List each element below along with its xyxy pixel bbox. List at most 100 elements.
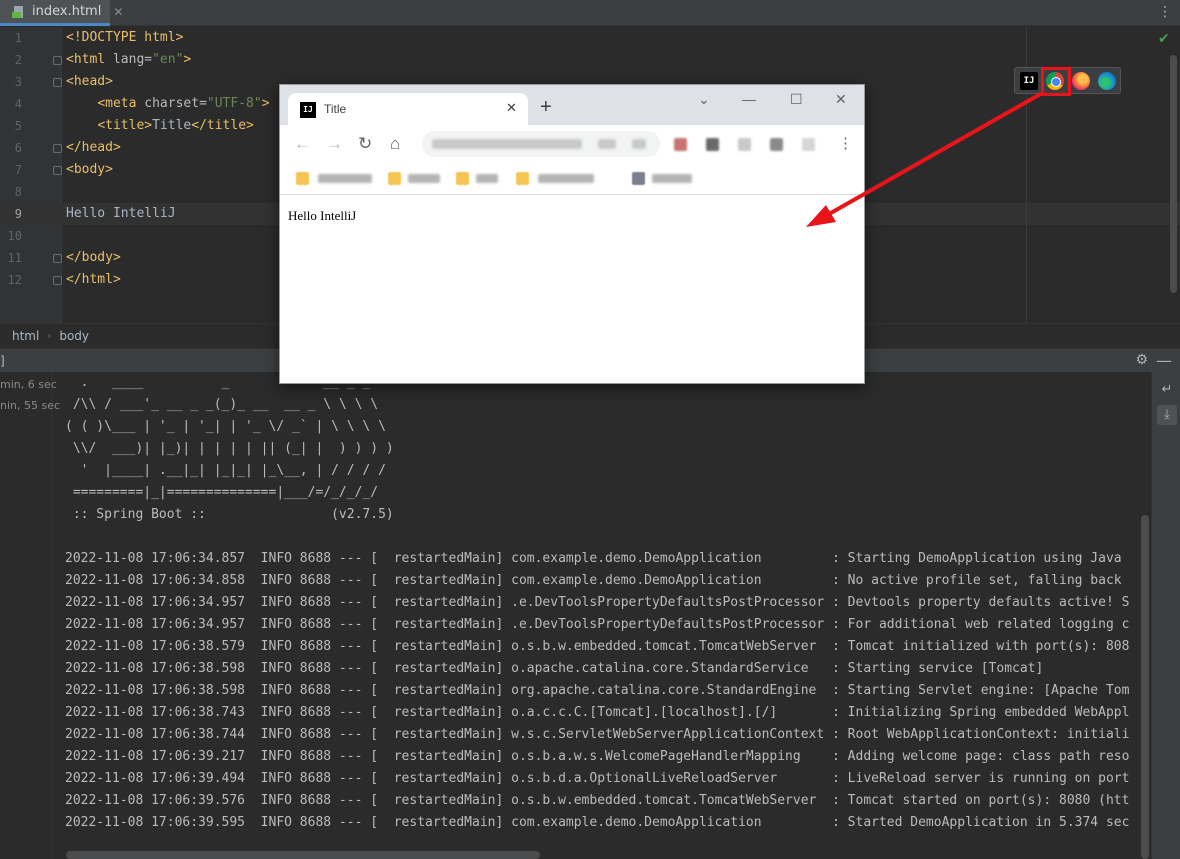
- code-line[interactable]: 1 <!DOCTYPE html>: [0, 27, 1180, 49]
- blurred-url: [432, 139, 582, 149]
- extension-icon[interactable]: [770, 138, 783, 151]
- firefox-icon[interactable]: [1072, 72, 1090, 90]
- console-log-line: 2022-11-08 17:06:38.744 INFO 8688 --- [ …: [65, 727, 1130, 742]
- back-icon[interactable]: ←: [294, 134, 311, 154]
- bookmarks-bar: [280, 163, 864, 195]
- inspection-ok-icon[interactable]: ✔: [1158, 31, 1170, 47]
- tab-index-html[interactable]: index.html ✕: [0, 0, 123, 26]
- run-history-list: min, 6 sec nin, 55 sec: [0, 372, 60, 859]
- blurred-bookmark-label[interactable]: [408, 174, 440, 183]
- code-token: <body>: [66, 162, 113, 177]
- fold-marker-icon[interactable]: [53, 56, 62, 65]
- code-token: lang=: [112, 52, 153, 67]
- scroll-to-end-icon[interactable]: ⤓: [1157, 405, 1177, 425]
- console-log-line: 2022-11-08 17:06:38.598 INFO 8688 --- [ …: [65, 661, 1044, 676]
- extension-icon[interactable]: [706, 138, 719, 151]
- chevron-down-icon[interactable]: ⌄: [698, 91, 710, 108]
- forward-icon[interactable]: →: [326, 134, 343, 154]
- console-banner-line: :: Spring Boot :: (v2.7.5): [65, 507, 394, 522]
- code-token: </html>: [66, 272, 121, 287]
- line-number: 3: [14, 75, 22, 89]
- new-tab-button[interactable]: +: [540, 97, 552, 117]
- run-tab-edge[interactable]: ]: [0, 354, 5, 368]
- code-line[interactable]: 2 <html lang="en">: [0, 49, 1180, 71]
- console-log-line: 2022-11-08 17:06:34.858 INFO 8688 --- [ …: [65, 573, 1122, 588]
- console-toolbar: ↵ ⤓: [1151, 372, 1180, 859]
- code-text: </head>: [66, 137, 121, 159]
- extension-icon[interactable]: [674, 138, 687, 151]
- console-output[interactable]: . ____ _ __ _ _ /\\ / ___'_ __ _ _(_)_ _…: [52, 372, 1151, 859]
- fold-marker-icon[interactable]: [53, 276, 62, 285]
- intellij-icon[interactable]: IJ: [1020, 72, 1038, 90]
- console-vertical-scrollbar[interactable]: [1141, 515, 1149, 859]
- close-icon[interactable]: ✕: [113, 5, 123, 19]
- code-text: <title>Title</title>: [66, 115, 254, 137]
- console-horizontal-scrollbar[interactable]: [66, 851, 540, 859]
- line-number: 12: [7, 273, 22, 287]
- bookmark-icon[interactable]: [632, 172, 645, 185]
- fold-marker-icon[interactable]: [53, 254, 62, 263]
- close-tab-icon[interactable]: ✕: [506, 100, 517, 116]
- console-log-line: 2022-11-08 17:06:39.576 INFO 8688 --- [ …: [65, 793, 1130, 808]
- extension-icon[interactable]: [802, 138, 815, 151]
- fold-marker-icon[interactable]: [53, 78, 62, 87]
- blurred-url-part: [632, 139, 646, 149]
- editor-scrollbar[interactable]: [1170, 55, 1177, 293]
- code-token: </head>: [66, 140, 121, 155]
- line-number: 2: [14, 53, 22, 67]
- console-log-line: 2022-11-08 17:06:38.579 INFO 8688 --- [ …: [65, 639, 1130, 654]
- fold-marker-icon[interactable]: [53, 144, 62, 153]
- minimize-window-icon[interactable]: —: [742, 91, 756, 107]
- code-token: Hello IntelliJ: [66, 206, 176, 221]
- run-history-item[interactable]: min, 6 sec: [0, 378, 57, 391]
- bookmark-folder-icon[interactable]: [388, 172, 401, 185]
- browser-tab[interactable]: IJ Title ✕: [288, 93, 528, 125]
- blurred-url-part: [598, 139, 616, 149]
- console-log-line: 2022-11-08 17:06:39.494 INFO 8688 --- [ …: [65, 771, 1130, 786]
- more-options-icon[interactable]: ⋮: [1158, 4, 1172, 20]
- code-token: Title: [152, 118, 192, 133]
- line-number: 6: [14, 141, 22, 155]
- code-text: </body>: [66, 247, 121, 269]
- breadcrumb-item-body[interactable]: body: [59, 329, 89, 343]
- code-token: "UTF-8": [206, 96, 262, 111]
- address-bar[interactable]: [422, 131, 660, 157]
- html-file-icon: [12, 5, 26, 19]
- browser-menu-icon[interactable]: ⋮: [838, 134, 853, 152]
- console-log-line: 2022-11-08 17:06:38.743 INFO 8688 --- [ …: [65, 705, 1130, 720]
- breadcrumb-item-html[interactable]: html: [12, 329, 39, 343]
- blurred-bookmark-label[interactable]: [318, 174, 372, 183]
- edge-icon[interactable]: [1098, 72, 1116, 90]
- console-log-line: 2022-11-08 17:06:34.957 INFO 8688 --- [ …: [65, 595, 1130, 610]
- code-token: >: [261, 96, 270, 111]
- code-token: >: [183, 52, 192, 67]
- close-window-icon[interactable]: ✕: [835, 91, 847, 108]
- console-log-line: 2022-11-08 17:06:34.957 INFO 8688 --- [ …: [65, 617, 1130, 632]
- maximize-window-icon[interactable]: ☐: [790, 91, 803, 108]
- console-banner-line: \\/ ___)| |_)| | | | | || (_| | ) ) ) ): [65, 441, 394, 456]
- home-icon[interactable]: ⌂: [390, 134, 400, 154]
- bookmark-folder-icon[interactable]: [296, 172, 309, 185]
- blurred-bookmark-label[interactable]: [652, 174, 692, 183]
- code-token: <head>: [66, 74, 113, 89]
- console-log-line: 2022-11-08 17:06:39.217 INFO 8688 --- [ …: [65, 749, 1130, 764]
- line-number: 7: [14, 163, 22, 177]
- code-token: </title>: [191, 118, 254, 133]
- blurred-bookmark-label[interactable]: [538, 174, 594, 183]
- line-number: 8: [14, 185, 22, 199]
- code-token: <html: [66, 52, 113, 67]
- code-token: "en": [152, 52, 184, 67]
- line-number: 5: [14, 119, 22, 133]
- minimize-icon[interactable]: —: [1156, 351, 1172, 370]
- blurred-bookmark-label[interactable]: [476, 174, 498, 183]
- bookmark-folder-icon[interactable]: [516, 172, 529, 185]
- soft-wrap-icon[interactable]: ↵: [1157, 380, 1177, 400]
- fold-marker-icon[interactable]: [53, 166, 62, 175]
- reload-icon[interactable]: ↻: [358, 134, 372, 154]
- gear-icon[interactable]: ⚙: [1135, 352, 1148, 368]
- code-token: <title>: [97, 118, 153, 133]
- extension-icon[interactable]: [738, 138, 751, 151]
- code-token: </body>: [66, 250, 121, 265]
- bookmark-folder-icon[interactable]: [456, 172, 469, 185]
